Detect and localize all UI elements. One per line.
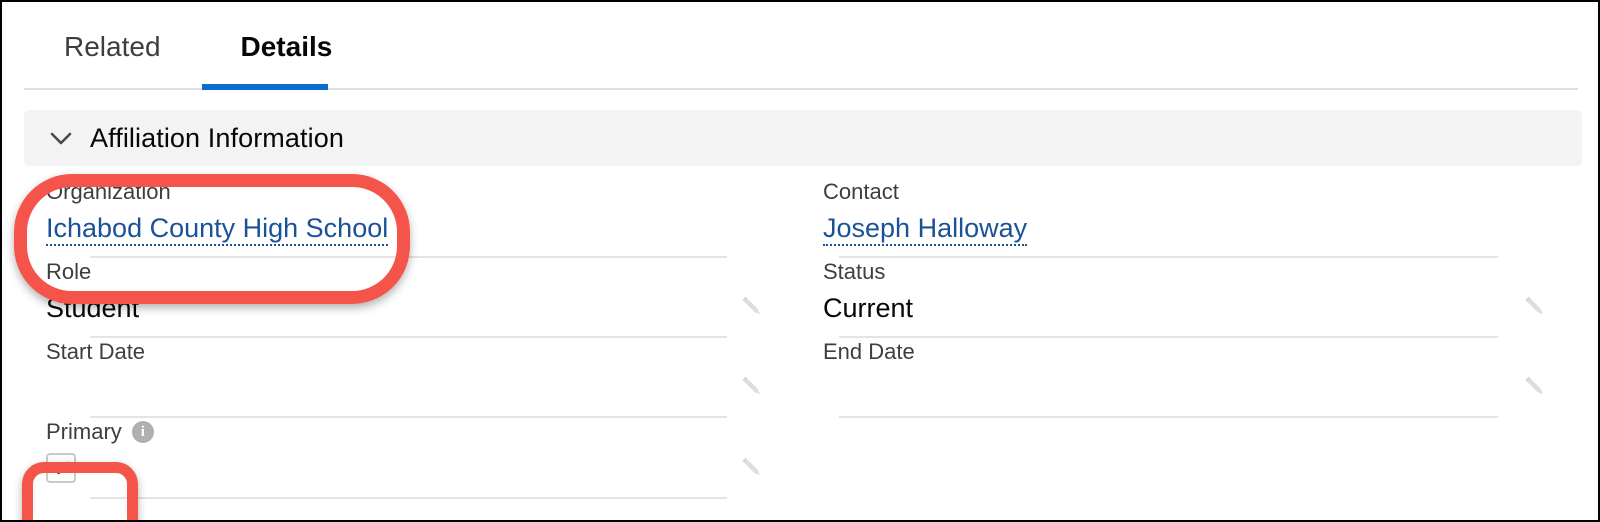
field-contact: Contact Joseph Halloway	[807, 178, 1598, 258]
tab-details[interactable]: Details	[201, 24, 373, 70]
field-start-date: Start Date	[2, 338, 807, 418]
field-label: Role	[46, 259, 92, 284]
tab-list: Related Details	[24, 24, 372, 70]
field-value: Ichabod County High School	[46, 206, 767, 250]
field-value	[46, 366, 767, 410]
field-status: Status Current	[807, 258, 1598, 338]
field-value	[823, 366, 1550, 410]
field-label: Primary i	[46, 418, 767, 446]
affiliation-details-screenshot: Related Details Affiliation Information …	[0, 0, 1600, 522]
field-row: Primary i	[2, 418, 1598, 499]
section-header-affiliation-information[interactable]: Affiliation Information	[24, 110, 1582, 166]
field-value: Joseph Halloway	[823, 206, 1550, 250]
field-divider	[90, 497, 727, 499]
chevron-down-icon[interactable]	[44, 121, 78, 155]
field-end-date: End Date	[807, 338, 1598, 418]
field-role: Role Student	[2, 258, 807, 338]
pencil-edit-icon-role[interactable]	[737, 292, 767, 322]
organization-link[interactable]: Ichabod County High School	[46, 213, 389, 246]
tab-bar: Related Details	[2, 2, 1598, 94]
info-circle-icon[interactable]: i	[131, 421, 154, 443]
pencil-edit-icon-start-date[interactable]	[737, 372, 767, 402]
tab-related[interactable]: Related	[24, 24, 201, 70]
field-spacer	[807, 418, 1598, 499]
pencil-edit-icon-end-date[interactable]	[1520, 372, 1550, 402]
field-value: Student	[46, 293, 140, 323]
pencil-edit-icon-primary[interactable]	[737, 453, 767, 483]
active-tab-indicator	[202, 84, 328, 90]
field-grid: Organization Ichabod County High School …	[2, 178, 1598, 499]
field-row: Start Date End Date	[2, 338, 1598, 418]
field-label: Start Date	[46, 339, 146, 364]
field-label: Contact	[823, 179, 899, 204]
field-value: Current	[823, 293, 914, 323]
contact-link[interactable]: Joseph Halloway	[823, 213, 1028, 246]
field-label-text: Primary	[46, 419, 122, 444]
primary-checkbox[interactable]	[46, 453, 76, 483]
field-primary: Primary i	[2, 418, 807, 499]
field-row: Organization Ichabod County High School …	[2, 178, 1598, 258]
field-label: Organization	[46, 179, 171, 204]
field-value	[46, 446, 767, 491]
section-title: Affiliation Information	[90, 122, 344, 153]
field-label: End Date	[823, 339, 915, 364]
field-label: Status	[823, 259, 886, 284]
field-row: Role Student Status Current	[2, 258, 1598, 338]
field-organization: Organization Ichabod County High School	[2, 178, 807, 258]
pencil-edit-icon-status[interactable]	[1520, 292, 1550, 322]
